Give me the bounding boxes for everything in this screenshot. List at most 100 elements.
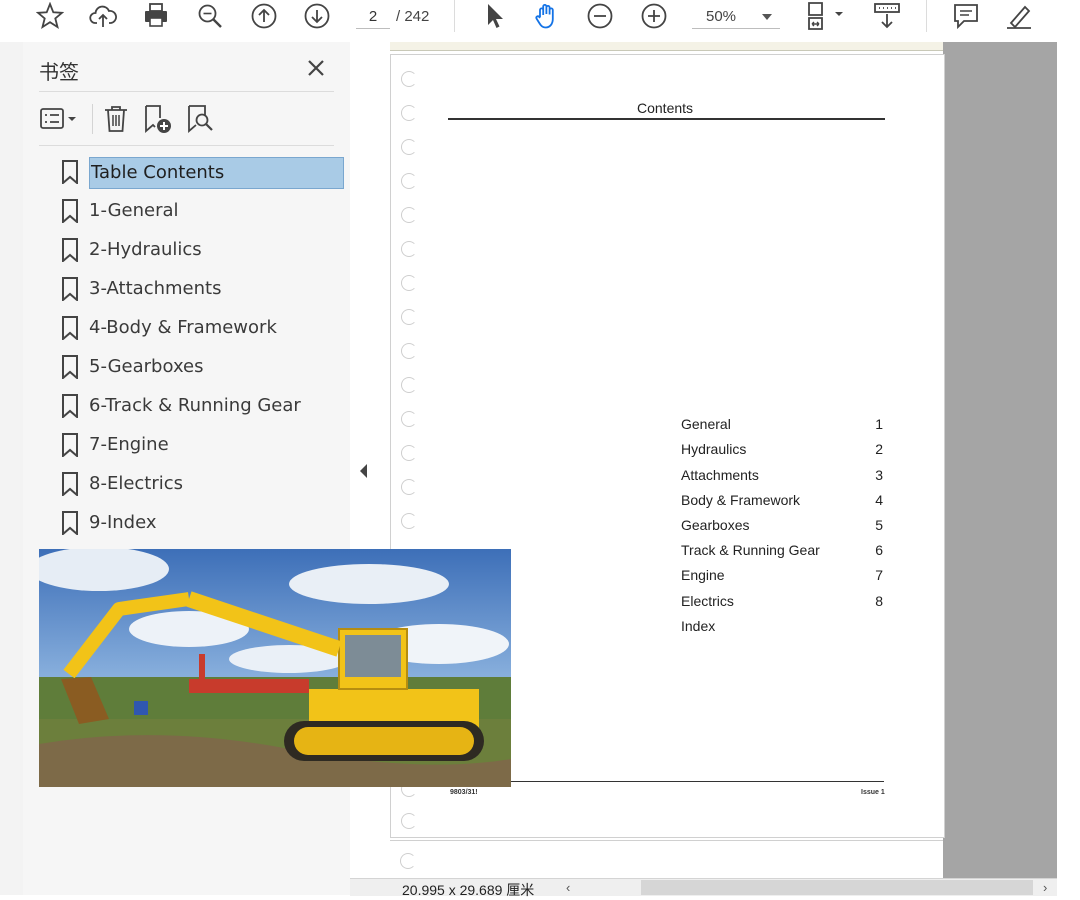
upload-cloud-icon[interactable]	[89, 2, 117, 30]
toolbar: 2 / 242 50%	[0, 0, 1080, 43]
toc-name: Electrics	[681, 593, 734, 609]
previous-page-edge	[390, 42, 943, 51]
punch-hole	[401, 445, 417, 461]
close-icon[interactable]	[306, 58, 326, 78]
toc-number: 8	[875, 593, 883, 609]
horizontal-scrollbar[interactable]	[641, 880, 1033, 895]
toc-number: 6	[875, 542, 883, 558]
bookmark-icon	[62, 238, 78, 262]
punch-hole	[401, 377, 417, 393]
collapse-panel-icon[interactable]	[357, 462, 371, 480]
toc-name: Track & Running Gear	[681, 542, 820, 558]
issue-label: Issue 1	[861, 789, 885, 796]
punch-hole	[401, 105, 417, 121]
divider	[39, 91, 334, 92]
punch-hole	[401, 241, 417, 257]
bookmark-icon	[62, 160, 78, 184]
punch-hole	[401, 343, 417, 359]
bookmark-icon	[62, 511, 78, 535]
bookmark-options-icon[interactable]	[40, 102, 82, 136]
document-title: Contents	[637, 100, 694, 116]
punch-hole	[401, 207, 417, 223]
print-icon[interactable]	[142, 2, 170, 30]
bookmark-label: 2-Hydraulics	[89, 239, 202, 260]
bookmark-label: 4-Body & Framework	[89, 317, 277, 338]
punch-hole	[401, 411, 417, 427]
star-icon[interactable]	[36, 2, 64, 30]
bookmark-label: 6-Track & Running Gear	[89, 395, 301, 416]
zoom-out-icon[interactable]	[586, 2, 614, 30]
page-total: / 242	[396, 8, 430, 25]
bookmark-item[interactable]: 8-Electrics	[23, 466, 350, 502]
bookmark-item[interactable]: 9-Index	[23, 505, 350, 541]
toc-entry: Body & Framework 4	[681, 492, 886, 514]
bookmark-icon	[62, 277, 78, 301]
comment-icon[interactable]	[952, 2, 980, 30]
divider	[39, 145, 334, 146]
bookmark-item[interactable]: 2-Hydraulics	[23, 232, 350, 268]
bookmark-icon	[62, 316, 78, 340]
left-gutter	[0, 42, 23, 895]
bookmark-icon	[62, 472, 78, 496]
toc-number: 5	[875, 517, 883, 533]
find-bookmark-icon[interactable]	[185, 102, 217, 136]
bookmark-label: 5-Gearboxes	[89, 356, 204, 377]
page-size-readout: 20.995 x 29.689 厘米	[402, 882, 535, 898]
toc-entry: Attachments 3	[681, 467, 886, 489]
hand-pan-icon[interactable]	[533, 2, 561, 30]
punch-hole	[400, 853, 416, 869]
bookmark-item[interactable]: 1-General	[23, 193, 350, 229]
bookmark-item[interactable]: 5-Gearboxes	[23, 349, 350, 385]
toc-name: Body & Framework	[681, 492, 801, 508]
page-up-icon[interactable]	[250, 2, 278, 30]
bookmark-item[interactable]: 4-Body & Framework	[23, 310, 350, 346]
toolbar-divider	[92, 104, 93, 134]
bookmark-icon	[62, 394, 78, 418]
toc-name: Engine	[681, 567, 725, 583]
scroll-left-icon[interactable]: ‹	[566, 880, 570, 895]
punch-hole	[401, 309, 417, 325]
bookmark-item[interactable]: 3-Attachments	[23, 271, 350, 307]
toolbar-divider	[454, 0, 455, 32]
chevron-down-icon	[762, 14, 772, 20]
toc-entry: Track & Running Gear 6	[681, 542, 886, 564]
bookmark-label: 1-General	[89, 200, 179, 221]
punch-hole	[401, 139, 417, 155]
footer-rule	[449, 781, 884, 782]
page-number-input[interactable]: 2	[356, 4, 390, 29]
scroll-right-icon[interactable]: ›	[1043, 880, 1047, 895]
toc-number: 1	[875, 416, 883, 432]
bookmark-label: Table Contents	[89, 157, 344, 189]
zoom-value: 50%	[706, 8, 737, 25]
select-arrow-icon[interactable]	[480, 2, 508, 30]
next-page-edge	[390, 840, 943, 881]
toc-name: Hydraulics	[681, 441, 747, 457]
trash-icon[interactable]	[102, 102, 130, 136]
toc-name: Gearboxes	[681, 517, 750, 533]
toc-entry: Index	[681, 618, 886, 640]
zoom-search-icon[interactable]	[196, 2, 224, 30]
page-down-icon[interactable]	[303, 2, 331, 30]
bookmark-item[interactable]: 6-Track & Running Gear	[23, 388, 350, 424]
status-bar: 20.995 x 29.689 厘米 ‹ ›	[350, 878, 1057, 898]
panel-title: 书签	[39, 60, 79, 84]
toc-number: 2	[875, 441, 883, 457]
right-margin	[1057, 42, 1080, 895]
fit-page-icon[interactable]	[804, 2, 844, 30]
bookmark-item[interactable]: Table Contents	[23, 154, 350, 190]
toc-number: 7	[875, 567, 883, 583]
toc-name: Index	[681, 618, 716, 634]
bookmark-label: 3-Attachments	[89, 278, 222, 299]
bookmark-label: 7-Engine	[89, 434, 169, 455]
zoom-in-icon[interactable]	[640, 2, 668, 30]
bookmark-label: 8-Electrics	[89, 473, 184, 494]
bookmark-label: 9-Index	[89, 512, 157, 533]
zoom-select[interactable]: 50%	[692, 4, 780, 29]
highlight-pen-icon[interactable]	[1005, 2, 1033, 30]
bookmark-item[interactable]: 7-Engine	[23, 427, 350, 463]
add-bookmark-icon[interactable]	[142, 102, 174, 136]
scroll-mode-icon[interactable]	[873, 2, 901, 30]
toc-entry: Engine 7	[681, 567, 886, 589]
document-code: 9803/31!	[450, 789, 478, 796]
toc-name: General	[681, 416, 731, 432]
